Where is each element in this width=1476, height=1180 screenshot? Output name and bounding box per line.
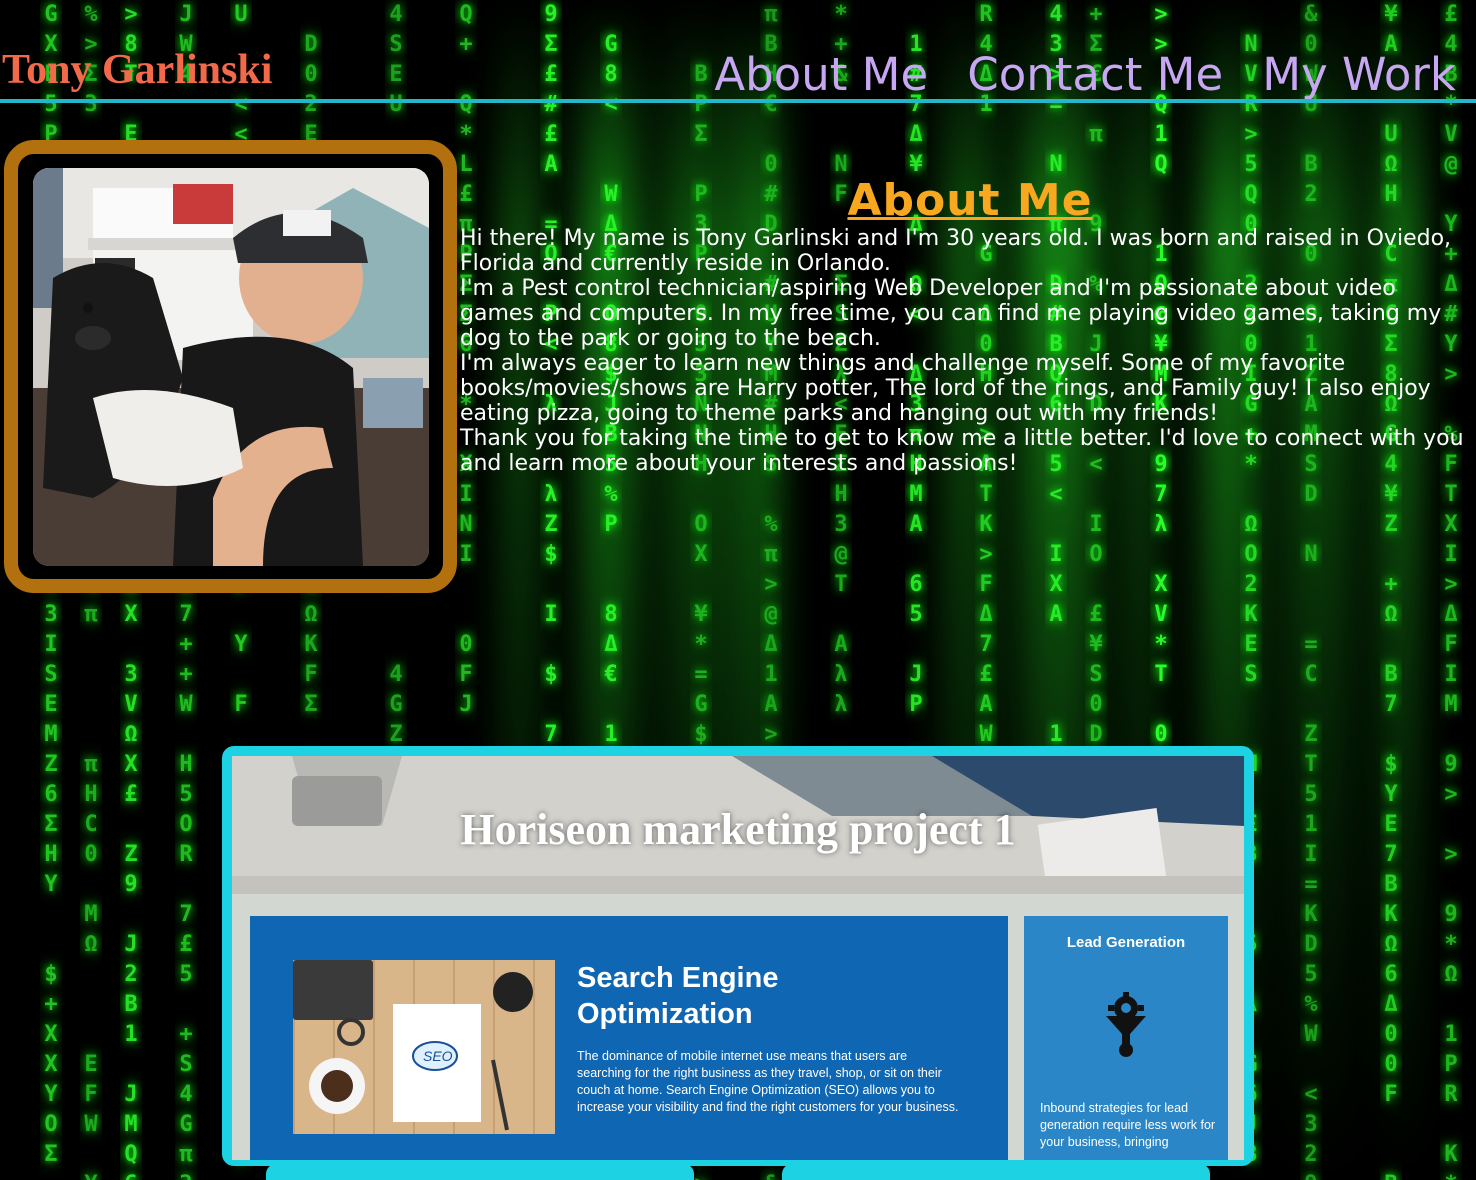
seo-heading: Search Engine Optimization — [577, 962, 779, 1030]
about-paragraph-1: Hi there! My name is Tony Garlinski and … — [460, 226, 1452, 276]
seo-image-label: SEO — [423, 1048, 453, 1064]
funnel-gear-icon — [1104, 992, 1148, 1058]
profile-photo-frame — [4, 140, 457, 593]
about-paragraph-3: I'm always eager to learn new things and… — [460, 351, 1431, 426]
project-title: Horiseon marketing project 1 — [460, 805, 1016, 854]
lead-generation-panel: Lead Generation Inbound strategies for l… — [1024, 916, 1228, 1160]
project-screenshot: Horiseon marketing project 1 SEO Search … — [232, 756, 1244, 1160]
seo-panel: SEO Search Engine Optimization The domin… — [250, 916, 1008, 1160]
about-paragraph-4: Thank you for taking the time to get to … — [460, 426, 1464, 476]
project-hero: Horiseon marketing project 1 — [232, 756, 1244, 894]
seo-text: The dominance of mobile internet use mea… — [577, 1049, 959, 1114]
main-nav: About Me Contact Me My Work — [680, 46, 1456, 104]
lead-generation-text: Inbound strategies for lead generation r… — [1040, 1101, 1216, 1149]
next-project-card-edge-2[interactable] — [782, 1164, 1210, 1180]
next-project-card-edge[interactable] — [266, 1164, 694, 1180]
nav-about-me[interactable]: About Me — [714, 48, 928, 101]
profile-photo — [33, 168, 429, 566]
about-heading: About Me — [847, 175, 1093, 226]
header-divider — [0, 99, 1476, 103]
about-paragraph-2: I'm a Pest control technician/aspiring W… — [460, 276, 1442, 351]
seo-image: SEO — [293, 960, 555, 1134]
project-card[interactable]: Horiseon marketing project 1 SEO Search … — [222, 746, 1254, 1166]
site-title: Tony Garlinski — [2, 47, 273, 93]
lead-generation-title: Lead Generation — [1066, 934, 1186, 951]
nav-contact-me[interactable]: Contact Me — [967, 48, 1223, 101]
site-header: Tony Garlinski About Me Contact Me My Wo… — [0, 0, 1476, 104]
about-section: About Me Hi there! My name is Tony Garli… — [460, 175, 1470, 476]
nav-my-work[interactable]: My Work — [1262, 48, 1456, 101]
